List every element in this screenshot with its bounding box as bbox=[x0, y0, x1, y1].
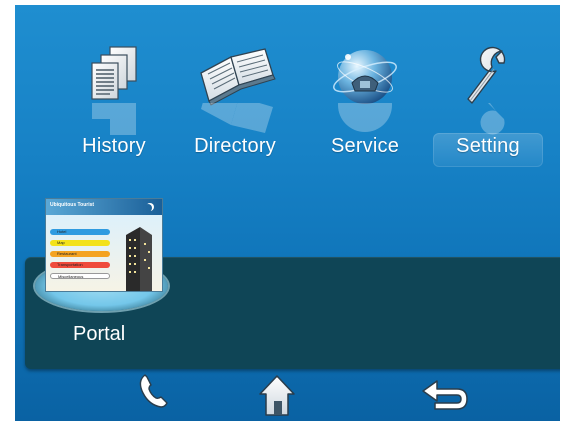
portal-label: Portal bbox=[73, 323, 126, 345]
open-book-icon bbox=[195, 43, 276, 139]
thumbnail-menu-item: Map bbox=[50, 240, 110, 246]
home-screen: History Directory Service Setting Ubiqui… bbox=[15, 5, 560, 421]
app-history[interactable]: History bbox=[54, 43, 174, 158]
wrench-icon bbox=[448, 43, 528, 139]
thumbnail-title: Ubiquitous Tourist bbox=[50, 202, 95, 208]
thumbnail-menu-item: Transportation bbox=[50, 262, 110, 268]
globe-phone-icon bbox=[325, 43, 405, 139]
app-directory[interactable]: Directory bbox=[175, 43, 295, 158]
moon-icon bbox=[144, 204, 152, 212]
app-service[interactable]: Service bbox=[305, 43, 425, 158]
phone-handset-icon[interactable] bbox=[135, 371, 171, 416]
building-image bbox=[120, 221, 154, 291]
app-setting[interactable]: Setting bbox=[428, 43, 548, 158]
thumbnail-menu-item: Hotel bbox=[50, 229, 110, 235]
thumbnail-menu-item: Miscellaneous bbox=[50, 273, 110, 279]
portal-thumbnail[interactable]: Ubiquitous Tourist Hotel Map Restaurant … bbox=[45, 198, 163, 292]
home-icon[interactable] bbox=[257, 373, 297, 421]
thumbnail-menu-item: Restaurant bbox=[50, 251, 110, 257]
back-arrow-icon[interactable] bbox=[419, 378, 469, 417]
document-stack-icon bbox=[74, 43, 154, 139]
